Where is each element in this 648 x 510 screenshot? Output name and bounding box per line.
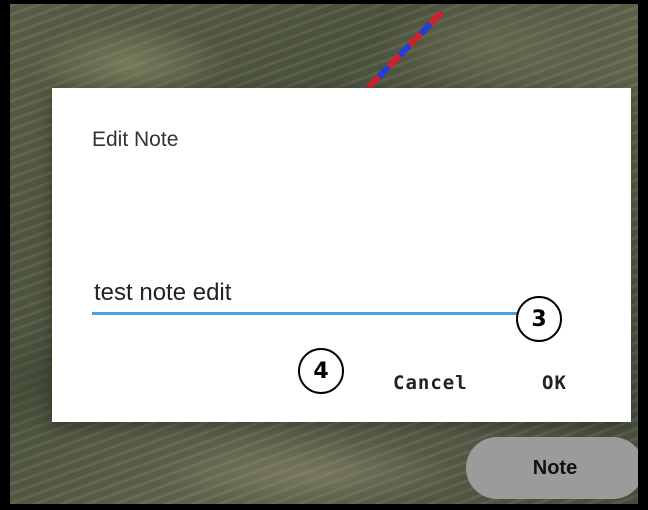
note-button[interactable]: Note bbox=[466, 437, 638, 499]
cancel-button[interactable]: Cancel bbox=[393, 372, 468, 394]
step-marker-3: 3 bbox=[516, 296, 562, 342]
dialog-title: Edit Note bbox=[92, 128, 179, 151]
app-screen: Edit Note Cancel OK 3 4 Note bbox=[0, 0, 648, 510]
note-text-field[interactable] bbox=[92, 273, 547, 315]
ok-button[interactable]: OK bbox=[542, 372, 567, 394]
step-marker-4: 4 bbox=[298, 348, 344, 394]
